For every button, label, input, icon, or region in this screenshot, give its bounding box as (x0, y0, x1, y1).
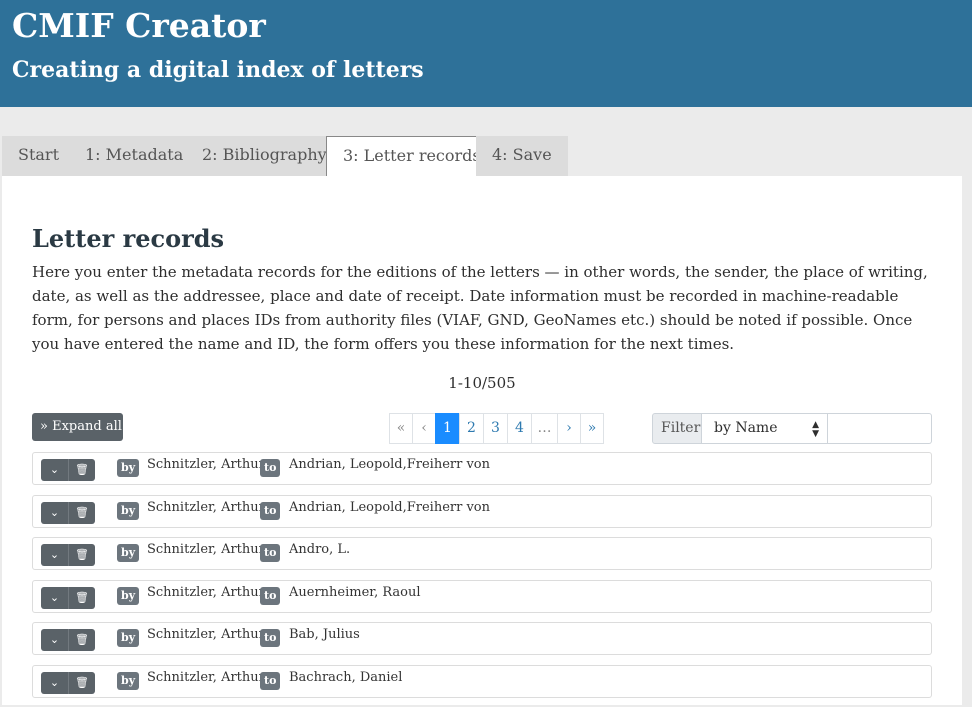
sender-name: Schnitzler, Arthur (147, 584, 265, 600)
recipient-badge: to (260, 459, 281, 477)
recipient-name: Andrian, Leopold,Freiherr von (289, 499, 491, 515)
first-page-button[interactable]: « (389, 413, 413, 444)
filter-input[interactable] (828, 413, 932, 444)
double-chevron-right-icon: » (40, 419, 48, 434)
sender-name: Schnitzler, Arthur (147, 669, 265, 685)
expand-record-button[interactable]: ⌄ (41, 501, 68, 524)
recipient-badge: to (260, 671, 281, 690)
pagination-ellipsis: … (531, 413, 558, 444)
trash-icon: 🗑 (75, 463, 89, 476)
record-range-indicator: 1-10/505 (448, 374, 516, 392)
recipient-badge: to (260, 544, 281, 562)
letter-record: ⌄ 🗑 by Schnitzler, Arthur to Andrian, Le… (32, 494, 932, 528)
chevron-down-icon: ⌄ (49, 633, 60, 646)
expand-all-button[interactable]: » Expand all (32, 413, 123, 441)
letter-record: ⌄ 🗑 by Schnitzler, Arthur to Auernheimer… (32, 579, 932, 613)
page-button-4[interactable]: 4 (507, 413, 532, 444)
delete-record-button[interactable]: 🗑 (68, 459, 95, 481)
chevron-down-icon: ⌄ (49, 463, 60, 476)
delete-record-button[interactable]: 🗑 (68, 501, 95, 524)
trash-icon: 🗑 (75, 548, 89, 561)
select-arrows-icon: ▲ ▼ (812, 420, 819, 439)
letter-record-list: ⌄ 🗑 by Schnitzler, Arthur to Andrian, Le… (32, 452, 932, 707)
trash-icon: 🗑 (75, 590, 89, 604)
sender-badge: by (117, 671, 140, 690)
filter-type-value: by Name (714, 420, 778, 436)
expand-record-button[interactable]: ⌄ (41, 544, 68, 566)
recipient-badge: to (260, 586, 281, 605)
recipient-name: Andro, L. (289, 542, 351, 557)
tab-bibliography[interactable]: 2: Bibliography (186, 136, 343, 176)
app-title: CMIF Creator (12, 6, 266, 45)
sender-name: Schnitzler, Arthur (147, 627, 265, 642)
trash-icon: 🗑 (75, 505, 89, 519)
page-button-1[interactable]: 1 (435, 413, 460, 444)
letter-record: ⌄ 🗑 by Schnitzler, Arthur to Bab, Julius (32, 622, 932, 655)
recipient-name: Andrian, Leopold,Freiherr von (289, 457, 491, 472)
sender-badge: by (117, 501, 140, 520)
trash-icon: 🗑 (75, 675, 89, 689)
delete-record-button[interactable]: 🗑 (68, 544, 95, 566)
tab-metadata[interactable]: 1: Metadata (69, 136, 200, 176)
sender-badge: by (117, 459, 140, 477)
recipient-badge: to (260, 629, 281, 647)
sender-name: Schnitzler, Arthur (147, 457, 265, 472)
filter-label: Filter (652, 413, 702, 444)
letter-record: ⌄ 🗑 by Schnitzler, Arthur to Andrian, Le… (32, 452, 932, 485)
expand-record-button[interactable]: ⌄ (41, 586, 68, 609)
filter-group: Filter by Name ▲ ▼ (652, 413, 932, 444)
delete-record-button[interactable]: 🗑 (68, 629, 95, 651)
last-page-button[interactable]: » (580, 413, 604, 444)
pagination: « ‹ 1 2 3 4 … › » (389, 413, 604, 444)
page-button-2[interactable]: 2 (459, 413, 484, 444)
recipient-badge: to (260, 501, 281, 520)
next-page-button[interactable]: › (557, 413, 581, 444)
letter-records-panel: Letter records Here you enter the metada… (2, 176, 962, 705)
previous-page-button[interactable]: ‹ (412, 413, 436, 444)
chevron-down-icon: ⌄ (49, 505, 60, 519)
letter-record: ⌄ 🗑 by Schnitzler, Arthur to Bachrach, D… (32, 664, 932, 698)
tab-start[interactable]: Start (2, 136, 76, 176)
description-text: Here you enter the metadata records for … (32, 263, 928, 353)
app-header: CMIF Creator Creating a digital index of… (0, 0, 972, 107)
tab-bar: Start 1: Metadata 2: Bibliography 3: Let… (0, 107, 972, 176)
tab-save[interactable]: 4: Save (476, 136, 568, 176)
sender-badge: by (117, 629, 140, 647)
recipient-name: Bab, Julius (289, 627, 360, 642)
trash-icon: 🗑 (75, 633, 89, 646)
filter-type-select[interactable]: by Name ▲ ▼ (702, 413, 828, 444)
chevron-down-icon: ⌄ (49, 590, 60, 604)
letter-record: ⌄ 🗑 by Schnitzler, Arthur to Andro, L. (32, 537, 932, 570)
sender-badge: by (117, 586, 140, 605)
app-subtitle: Creating a digital index of letters (12, 57, 424, 83)
delete-record-button[interactable]: 🗑 (68, 586, 95, 609)
recipient-name: Bachrach, Daniel (289, 669, 403, 685)
recipient-name: Auernheimer, Raoul (289, 584, 421, 600)
expand-record-button[interactable]: ⌄ (41, 459, 68, 481)
sender-name: Schnitzler, Arthur (147, 542, 265, 557)
chevron-down-icon: ⌄ (49, 675, 60, 689)
sender-name: Schnitzler, Arthur (147, 499, 265, 515)
tab-letter-records[interactable]: 3: Letter records (326, 136, 498, 176)
expand-all-label: Expand all (52, 419, 122, 434)
page-title: Letter records (32, 224, 225, 253)
expand-record-button[interactable]: ⌄ (41, 671, 68, 694)
sender-badge: by (117, 544, 140, 562)
page-button-3[interactable]: 3 (483, 413, 508, 444)
delete-record-button[interactable]: 🗑 (68, 671, 95, 694)
expand-record-button[interactable]: ⌄ (41, 629, 68, 651)
chevron-down-icon: ⌄ (49, 548, 60, 561)
